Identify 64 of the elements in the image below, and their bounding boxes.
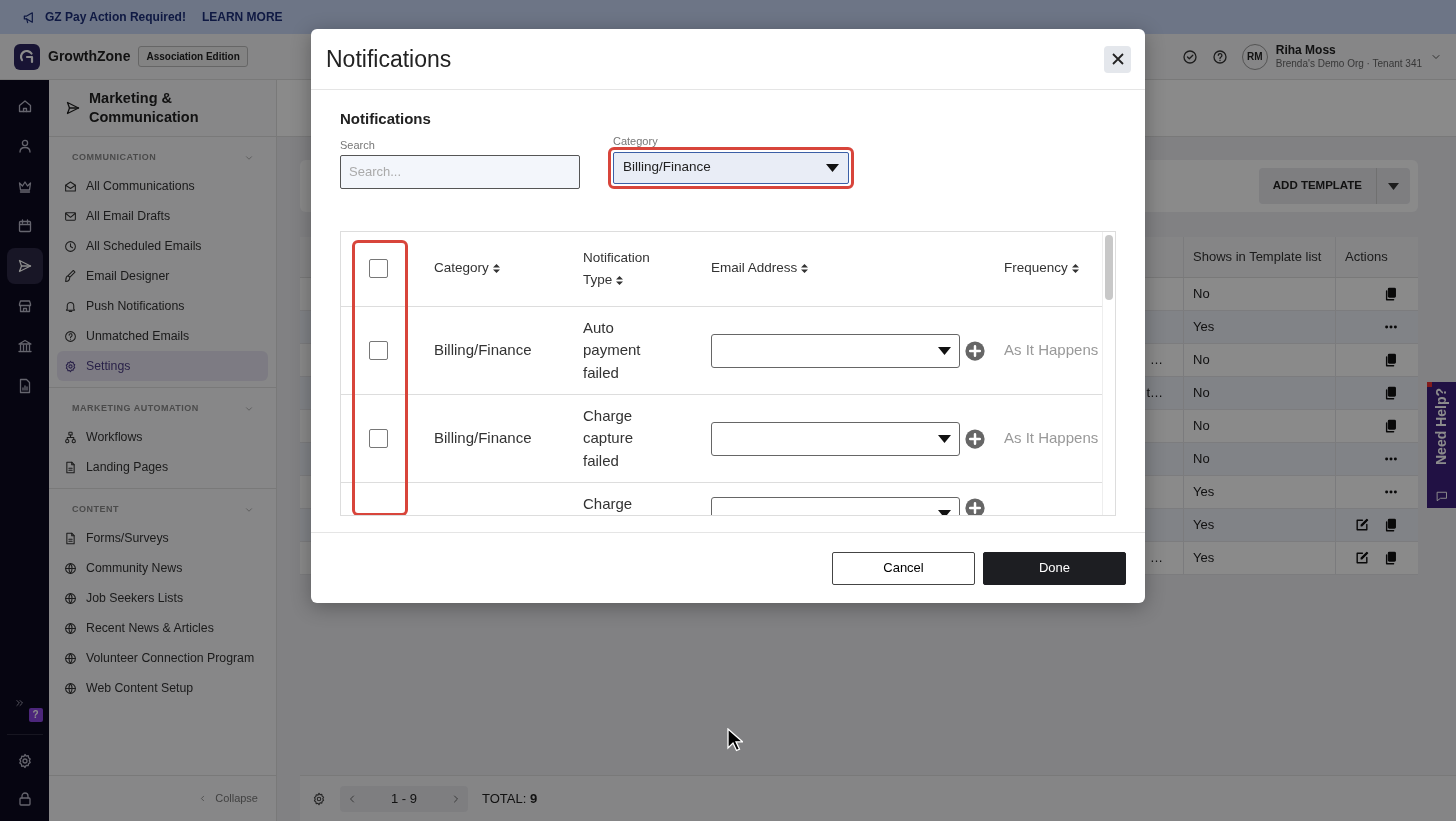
- table-cell-text: As It Happens: [1004, 340, 1099, 361]
- column-header[interactable]: Category: [434, 260, 500, 276]
- column-header[interactable]: Email Address: [711, 260, 809, 276]
- table-cell-text: Charge: [583, 493, 633, 514]
- column-header[interactable]: Frequency: [1004, 258, 1084, 279]
- sidebar-item[interactable]: All Email Drafts: [57, 201, 268, 231]
- table-cell-text: Billing/Finance: [434, 428, 532, 449]
- category-select[interactable]: Billing/Finance: [613, 151, 849, 184]
- user-org: Brenda's Demo Org · Tenant 341: [1275, 57, 1422, 69]
- table-cell-text: No: [1193, 417, 1210, 436]
- field-label: Category: [613, 134, 659, 147]
- modal-title: Notifications: [326, 44, 452, 74]
- table-cell-text: Yes: [1193, 318, 1215, 337]
- sidebar-item[interactable]: Volunteer Connection Program: [57, 643, 268, 673]
- sidebar-item[interactable]: Unmatched Emails: [57, 321, 268, 351]
- done-button[interactable]: Done: [983, 551, 1126, 585]
- table-cell: t…: [1146, 385, 1163, 401]
- column-header[interactable]: Notification Type: [583, 247, 665, 291]
- sidebar-item[interactable]: Forms/Surveys: [57, 523, 268, 553]
- column-header: Shows in Template list: [1183, 237, 1335, 277]
- table-cell-text: Yes: [1193, 483, 1215, 502]
- table-cell-text: As It Happens: [1004, 428, 1099, 449]
- sidebar-item[interactable]: All Scheduled Emails: [57, 231, 268, 261]
- table-cell-text: No: [1193, 351, 1210, 370]
- sidebar-item[interactable]: Email Designer: [57, 261, 268, 291]
- banner-title: GZ Pay Action Required!: [45, 9, 186, 26]
- sidebar-item[interactable]: Recent News & Articles: [57, 613, 268, 643]
- sidebar-item[interactable]: Community News: [57, 553, 268, 583]
- table-cell: …: [1150, 352, 1163, 368]
- sidebar-item[interactable]: Landing Pages: [57, 452, 268, 482]
- table-cell: …: [1150, 550, 1163, 566]
- search-field[interactable]: Search...: [340, 154, 580, 189]
- help-badge[interactable]: ?: [28, 708, 43, 722]
- table-cell-text: Auto payment failed: [583, 317, 642, 383]
- learn-more-link[interactable]: LEARN MORE: [201, 8, 283, 26]
- total-count: TOTAL: 9: [482, 789, 538, 808]
- table-cell-text: No: [1193, 450, 1210, 469]
- table-cell-text: Billing/Finance: [434, 340, 532, 361]
- sidebar-item[interactable]: Workflows: [57, 422, 268, 452]
- brand-name: GrowthZone: [48, 47, 131, 66]
- sidebar-item[interactable]: Job Seekers Lists: [57, 583, 268, 613]
- column-header: Actions: [1335, 237, 1418, 277]
- field-label: Search: [340, 138, 376, 151]
- sidebar-title: Marketing & Communication: [89, 89, 200, 127]
- sidebar-item[interactable]: All Communications: [57, 171, 268, 201]
- sidebar-item[interactable]: Web Content Setup: [57, 673, 268, 703]
- section-heading: CONTENT: [72, 503, 119, 517]
- sidebar-item[interactable]: Push Notifications: [57, 291, 268, 321]
- edition-label: Association Edition: [138, 46, 248, 67]
- section-title: Notifications: [340, 109, 432, 129]
- add-template-button[interactable]: ADD TEMPLATE: [1258, 168, 1376, 204]
- table-cell-text: Yes: [1193, 549, 1215, 568]
- user-name: Riha Moss: [1275, 44, 1337, 58]
- cancel-button[interactable]: Cancel: [832, 551, 975, 585]
- collapse-link[interactable]: Collapse: [215, 790, 258, 807]
- need-help-tab[interactable]: Need Help?: [1427, 382, 1456, 508]
- section-heading: COMMUNICATION: [72, 151, 157, 165]
- page-range: 1 - 9: [391, 789, 417, 808]
- table-cell-text: Charge capture failed: [583, 405, 635, 471]
- table-cell-text: No: [1193, 384, 1210, 403]
- table-cell-text: No: [1193, 285, 1210, 304]
- sidebar-item[interactable]: Settings: [57, 351, 268, 381]
- section-heading: MARKETING AUTOMATION: [72, 402, 199, 416]
- table-cell-text: Yes: [1193, 516, 1215, 535]
